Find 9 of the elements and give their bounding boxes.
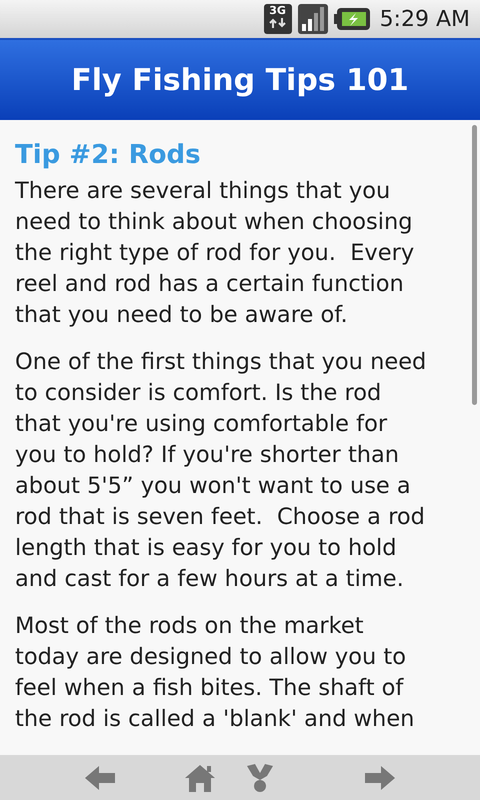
app-title: Fly Fishing Tips 101: [71, 62, 409, 100]
article-paragraph: There are several things that you need to think about when choosing the right type of rod for you. Every reel and rod has a certain function that you need to be aware of.: [15, 177, 416, 330]
network-icon: 3G: [264, 4, 292, 34]
clock-time: 5:29 AM: [380, 6, 470, 34]
battery-icon: [334, 8, 370, 30]
article-heading: Tip #2: Rods: [15, 140, 202, 170]
signal-icon: [298, 4, 328, 34]
article-paragraph: One of the first things that you need to consider is comfort. Is the rod that you're using comfortable for you to hold? If you're shorter than about 5'5” you won't want to use a rod that is seven feet. Choose a rod length that is easy for you to hold and cast for a few hours at a time.: [15, 348, 428, 594]
article-paragraph: Most of the rods on the market today are designed to allow you to feel when a fish bites. The shaft of the rod is called a 'blank' and when: [15, 612, 416, 734]
